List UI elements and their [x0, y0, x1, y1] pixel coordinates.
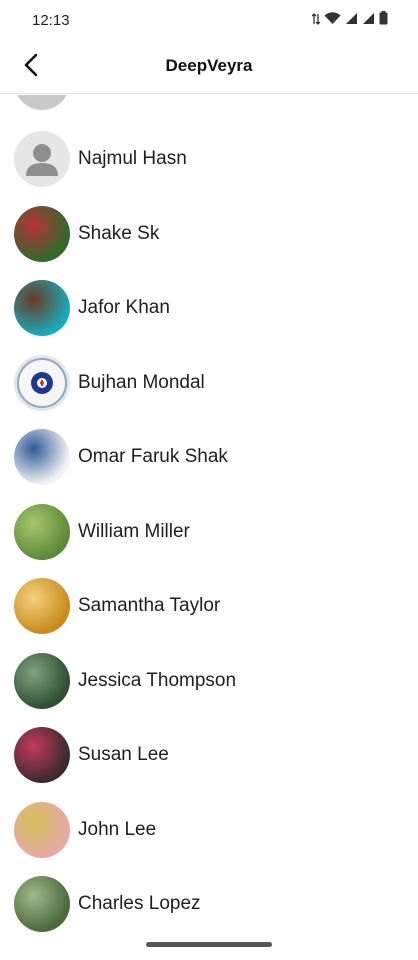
avatar	[14, 280, 70, 336]
contact-name: Bujhan Mondal	[78, 371, 205, 393]
list-item[interactable]: John Lee	[0, 793, 418, 867]
contact-name: Charles Lopez	[78, 893, 201, 914]
contact-name: Jessica Thompson	[78, 669, 237, 691]
avatar	[14, 727, 70, 783]
wifi-icon	[324, 11, 341, 29]
contact-name: Shake Sk	[78, 222, 160, 244]
avatar	[14, 578, 70, 634]
list-item[interactable]: Omar Faruk Shak	[0, 420, 418, 494]
avatar	[14, 131, 70, 187]
avatar	[14, 95, 70, 110]
list-item[interactable]: Samantha Taylor	[0, 569, 418, 643]
list-item[interactable]: Shake Sk	[0, 197, 418, 271]
signal-icon	[345, 12, 358, 29]
contact-name: John Lee	[78, 818, 157, 840]
page-title: DeepVeyra	[165, 56, 253, 75]
contact-list[interactable]: Najmul Hasn Shake Sk Jafor Khan Bujhan Mond…	[0, 95, 418, 935]
avatar	[14, 429, 70, 485]
list-item[interactable]: Najmul Hasn	[0, 122, 418, 196]
list-item[interactable]: Charles Lopez	[0, 867, 418, 935]
contact-name: Omar Faruk Shak	[78, 446, 228, 467]
avatar	[14, 652, 70, 709]
contact-name: Susan Lee	[78, 744, 169, 765]
default-person-icon	[26, 144, 58, 176]
contact-name: William Miller	[78, 520, 190, 542]
avatar	[14, 876, 70, 932]
list-item[interactable]: Bujhan Mondal	[0, 346, 418, 420]
status-icons	[311, 11, 388, 29]
home-indicator[interactable]	[146, 942, 272, 947]
battery-icon	[379, 11, 388, 29]
avatar	[14, 354, 70, 411]
app-bar: DeepVeyra	[0, 40, 418, 94]
status-bar: 12:13	[0, 0, 418, 40]
list-item[interactable]: William Miller	[0, 495, 418, 569]
signal-icon	[362, 12, 375, 29]
status-time: 12:13	[32, 11, 70, 29]
contact-name: Najmul Hasn	[78, 148, 187, 169]
contact-name: Samantha Taylor	[78, 595, 221, 616]
contact-name: Jafor Khan	[78, 297, 170, 318]
list-item[interactable]: Jessica Thompson	[0, 644, 418, 718]
avatar	[14, 205, 70, 262]
avatar	[14, 503, 70, 560]
data-arrows-icon	[311, 12, 321, 29]
list-item[interactable]: Jafor Khan	[0, 271, 418, 345]
list-item[interactable]: Susan Lee	[0, 718, 418, 792]
avatar	[14, 801, 70, 858]
